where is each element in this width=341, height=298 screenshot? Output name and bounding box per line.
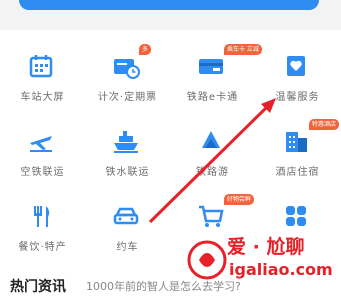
grid-item-label: 酒店住宿 [275,167,320,178]
plane-icon [25,125,57,157]
ticket-clock-icon [110,50,142,82]
grid-item-rail-ecard[interactable]: 乘车卡 立减 铁路e卡通 [170,40,262,110]
grid-item-label: 约车 [116,242,139,253]
watermark: 爱 · 尬聊 igaliao.com [185,228,341,290]
promo-badge: 特惠酒店 [309,119,340,130]
primary-button[interactable] [19,0,319,10]
grid-item-dining[interactable]: 餐饮·特产 [0,190,85,260]
dining-icon [25,200,57,232]
ship-icon [110,125,142,157]
calendar-icon [25,50,57,82]
grid-item-label: 铁路e卡通 [186,92,239,103]
grid-item-hotel[interactable]: 特惠酒店 酒店住宿 [255,115,340,185]
hotel-icon [280,125,312,157]
car-icon [110,200,142,232]
watermark-url: igaliao.com [229,260,333,279]
promo-badge: 好物尝鲜 [224,194,255,205]
watermark-brand: 爱 · 尬聊 [227,236,305,258]
heart-box-icon [280,50,312,82]
grid-item-label: 车站大屏 [20,92,65,103]
grid-item-rail-water[interactable]: 铁水联运 [85,115,170,185]
grid-item-car[interactable]: 约车 [85,190,170,260]
section-gap [0,30,341,40]
grid-item-label: 铁路游 [196,167,229,178]
grid-item-warm-service[interactable]: 温馨服务 [255,40,340,110]
grid-item-label: 铁水联运 [105,167,150,178]
grid-item-label: 温馨服务 [275,92,320,103]
top-bar [0,0,341,30]
grid-item-rail-tour[interactable]: 铁路游 [170,115,255,185]
grid-item-periodic-ticket[interactable]: 多 计次·定期票 [85,40,170,110]
grid-item-label: 空铁联运 [20,167,65,178]
tour-icon [195,125,227,157]
grid-item-label: 餐饮·特产 [18,242,67,253]
card-icon [195,50,227,82]
news-title: 热门资讯 [10,279,66,295]
watermark-logo-icon [187,240,227,280]
grid-item-station-screen[interactable]: 车站大屏 [0,40,85,110]
grid-item-label: 计次·定期票 [97,92,158,103]
grid-item-air-rail[interactable]: 空铁联运 [0,115,85,185]
